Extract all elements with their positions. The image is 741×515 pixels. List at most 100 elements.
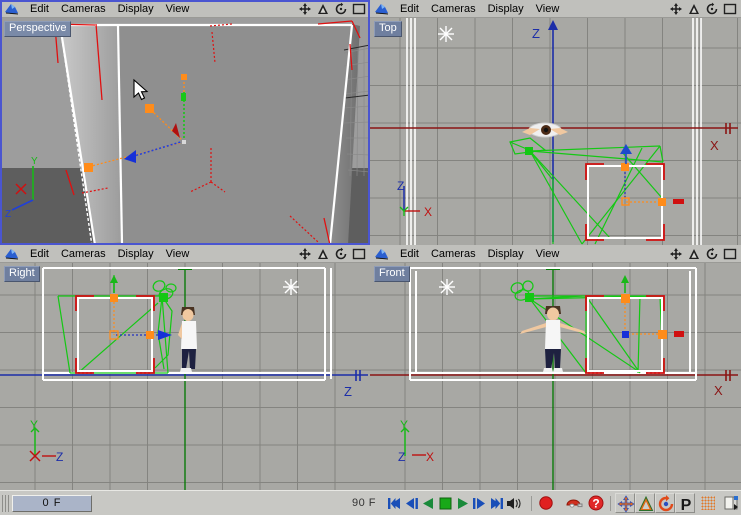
light-object-top <box>438 26 454 42</box>
world-axis-triad-front: Y Z X <box>398 418 434 464</box>
c4d-logo-icon[interactable] <box>2 246 24 262</box>
scale-view-icon[interactable] <box>687 247 701 261</box>
rotate-view-icon[interactable] <box>334 247 348 261</box>
menu-cameras[interactable]: Cameras <box>55 246 112 262</box>
viewport-top[interactable]: Edit Cameras Display View X Z Z X Top <box>370 0 741 245</box>
play-reverse-button[interactable] <box>420 494 437 513</box>
record-keyframe-button[interactable] <box>536 493 556 513</box>
autokeying-button[interactable] <box>564 493 584 513</box>
go-to-start-button[interactable] <box>386 494 403 513</box>
svg-text:Z: Z <box>344 384 352 399</box>
front-scene: X Y Z X <box>370 267 738 490</box>
menu-cameras[interactable]: Cameras <box>425 246 482 262</box>
rotation-key-button[interactable] <box>655 493 675 513</box>
right-canvas[interactable]: Z Y Z Right <box>0 263 370 490</box>
rotate-view-icon[interactable] <box>334 2 348 16</box>
rotate-view-icon[interactable] <box>705 2 719 16</box>
move-view-icon[interactable] <box>669 247 683 261</box>
statusbar-drag-handle[interactable] <box>1 494 10 513</box>
menu-cameras[interactable]: Cameras <box>425 1 482 17</box>
play-forward-button[interactable] <box>454 494 471 513</box>
light-object-right <box>283 279 299 295</box>
move-view-icon[interactable] <box>669 2 683 16</box>
perspective-scene: Y Z <box>0 20 370 245</box>
svg-text:?: ? <box>592 497 599 511</box>
svg-text:Z: Z <box>398 450 405 464</box>
viewport-label-top: Top <box>374 21 402 37</box>
go-to-end-button[interactable] <box>488 494 505 513</box>
maximize-view-icon[interactable] <box>352 2 366 16</box>
svg-text:Z: Z <box>532 26 540 41</box>
scale-view-icon[interactable] <box>316 2 330 16</box>
c4d-logo-icon[interactable] <box>2 1 24 17</box>
menu-edit[interactable]: Edit <box>24 246 55 262</box>
maximize-view-icon[interactable] <box>352 247 366 261</box>
move-view-icon[interactable] <box>298 247 312 261</box>
viewport-perspective[interactable]: Edit Cameras Display View Y Z Perspectiv… <box>0 0 370 245</box>
figure-front-view <box>520 306 586 372</box>
menu-display[interactable]: Display <box>482 1 530 17</box>
front-canvas[interactable]: X Y Z X Front <box>370 263 741 490</box>
top-canvas[interactable]: X Z Z X Top <box>370 18 741 245</box>
object-gizmo-right <box>109 275 172 340</box>
timeline-track[interactable] <box>92 494 342 513</box>
svg-text:Y: Y <box>31 156 38 167</box>
end-frame-field[interactable]: 90 F <box>342 495 386 512</box>
selection-brackets-front <box>585 295 665 374</box>
mouse-cursor <box>133 78 149 101</box>
c4d-logo-icon[interactable] <box>372 1 394 17</box>
target-rect-top <box>587 165 663 239</box>
maximize-view-icon[interactable] <box>723 247 737 261</box>
rotate-view-icon[interactable] <box>705 247 719 261</box>
move-view-icon[interactable] <box>298 2 312 16</box>
viewport-front[interactable]: Edit Cameras Display View X Y Z X Front <box>370 245 741 490</box>
menu-display[interactable]: Display <box>482 246 530 262</box>
viewport-label-front: Front <box>374 266 410 282</box>
svg-text:Z: Z <box>397 179 404 193</box>
animation-layer-button[interactable] <box>721 493 741 513</box>
viewport-menu-perspective: Edit Cameras Display View <box>0 0 370 18</box>
menu-edit[interactable]: Edit <box>394 1 425 17</box>
scale-view-icon[interactable] <box>316 247 330 261</box>
parameter-key-button[interactable]: P <box>675 493 695 514</box>
viewport-grid: Edit Cameras Display View Y Z Perspectiv… <box>0 0 741 490</box>
camera-spline-right <box>57 275 177 374</box>
current-frame-field[interactable]: 0 F <box>12 494 92 512</box>
camera-spline-network <box>509 137 664 245</box>
sound-toggle-button[interactable] <box>505 494 527 513</box>
transport-controls <box>386 494 527 513</box>
room-box-front <box>409 267 697 381</box>
viewport-right[interactable]: Edit Cameras Display View Z Y Z Right <box>0 245 370 490</box>
timeline-status-bar: 0 F 90 F ? P <box>0 490 741 515</box>
point-level-animation-button[interactable] <box>698 493 718 513</box>
step-back-button[interactable] <box>403 494 420 513</box>
step-forward-button[interactable] <box>471 494 488 513</box>
viewport-menu-top: Edit Cameras Display View <box>370 0 741 18</box>
maximize-view-icon[interactable] <box>723 2 737 16</box>
menu-view[interactable]: View <box>530 1 566 17</box>
scale-view-icon[interactable] <box>687 2 701 16</box>
menu-view[interactable]: View <box>160 246 196 262</box>
stop-button[interactable] <box>437 494 454 513</box>
menu-view[interactable]: View <box>160 1 196 17</box>
menu-display[interactable]: Display <box>112 1 160 17</box>
room-box-right <box>42 267 332 381</box>
menu-cameras[interactable]: Cameras <box>55 1 112 17</box>
menu-display[interactable]: Display <box>112 246 160 262</box>
keyframe-selection-button[interactable]: ? <box>586 493 606 513</box>
perspective-canvas[interactable]: Y Z Perspective <box>0 18 370 245</box>
svg-text:X: X <box>426 450 434 464</box>
right-scene: Z Y Z <box>0 267 368 490</box>
viewport-icon-group <box>669 2 741 16</box>
camera-spline-front <box>510 280 664 374</box>
position-key-button[interactable] <box>615 493 635 513</box>
menu-edit[interactable]: Edit <box>24 1 55 17</box>
menu-view[interactable]: View <box>530 246 566 262</box>
transform-gizmo <box>84 74 187 172</box>
c4d-logo-icon[interactable] <box>372 246 394 262</box>
menu-edit[interactable]: Edit <box>394 246 425 262</box>
scale-key-button[interactable] <box>635 493 655 513</box>
selection-brackets-right <box>75 295 155 374</box>
svg-text:Z: Z <box>5 209 11 220</box>
viewport-icon-group <box>669 247 741 261</box>
